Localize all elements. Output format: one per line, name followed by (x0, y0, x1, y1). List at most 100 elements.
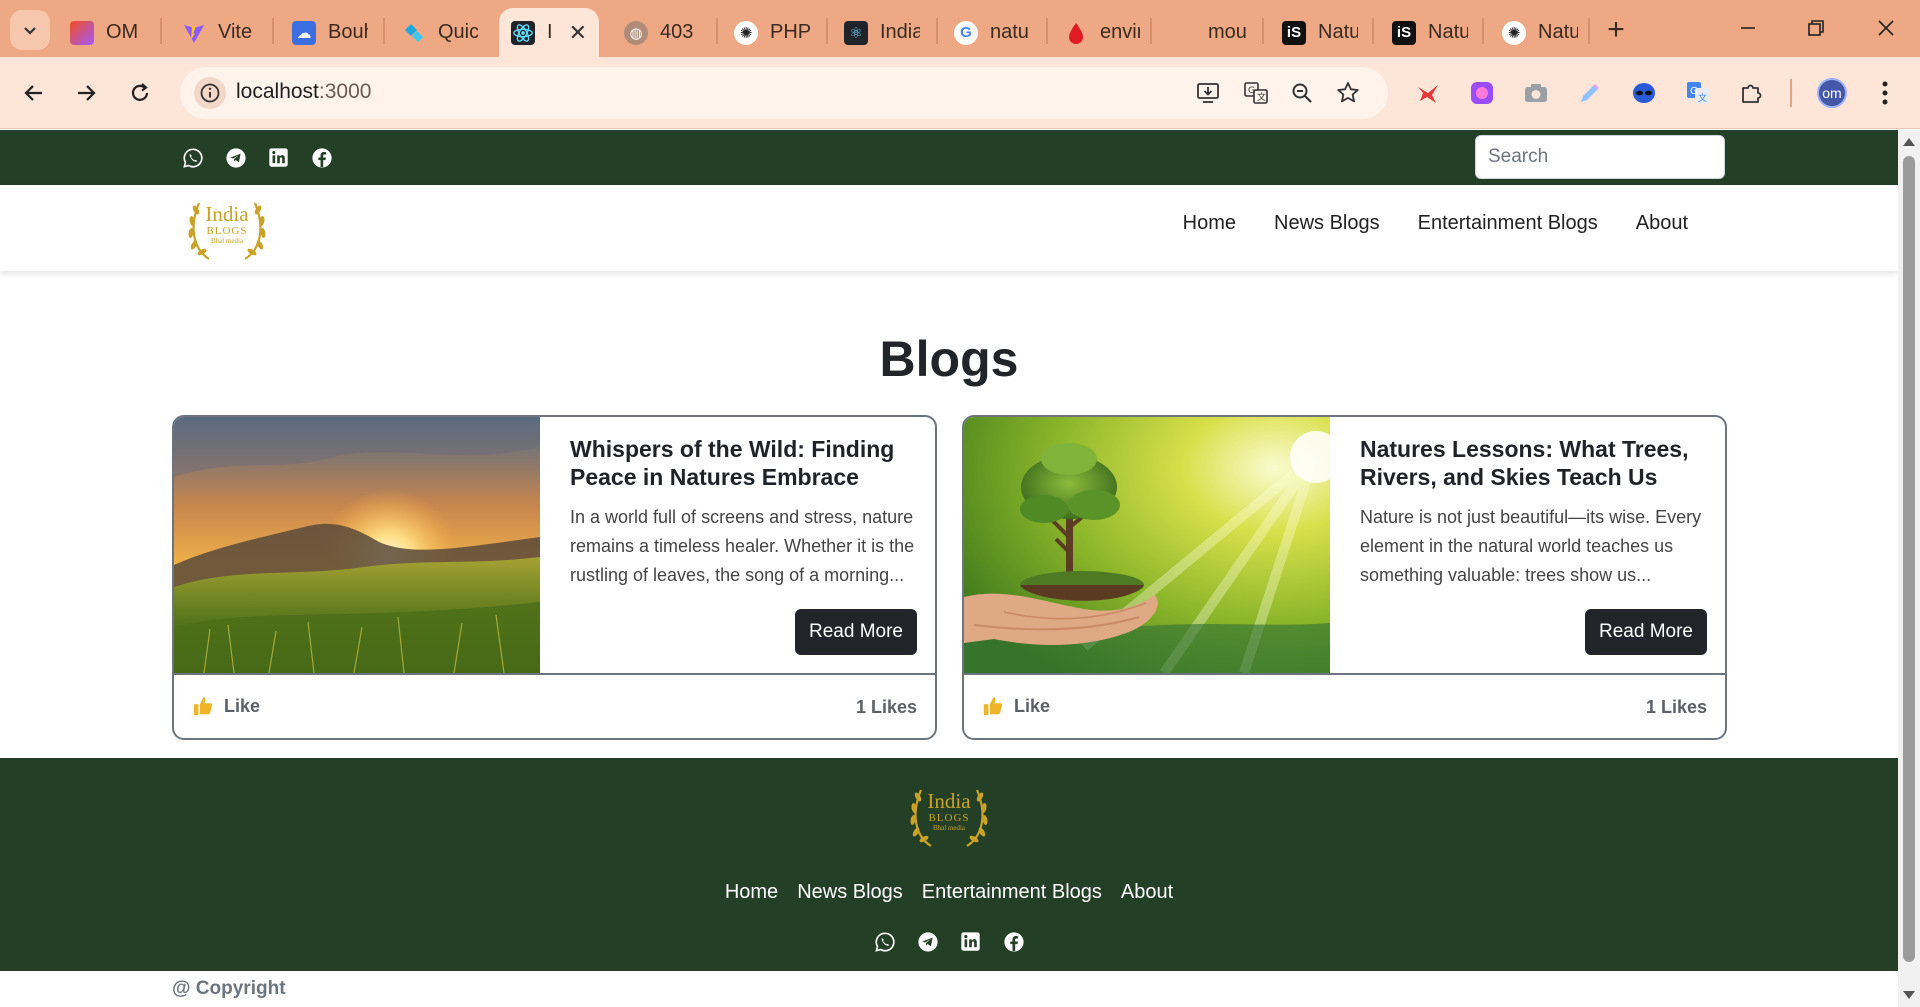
svg-text:G: G (1690, 86, 1698, 97)
svg-text:G: G (1248, 86, 1255, 96)
url-text[interactable]: localhost:3000 (236, 80, 371, 104)
tab-label: natu (990, 21, 1029, 43)
footer-link-news-blogs[interactable]: News Blogs (797, 881, 903, 904)
extension-eyedropper-icon[interactable] (1574, 77, 1606, 109)
facebook-icon[interactable] (310, 146, 333, 169)
search-input[interactable] (1475, 135, 1725, 179)
footer-link-about[interactable]: About (1121, 881, 1173, 904)
blog-card-title[interactable]: Natures Lessons: What Trees, Rivers, and… (1360, 435, 1720, 491)
profile-avatar[interactable]: om (1817, 78, 1847, 108)
new-tab-button[interactable]: + (1598, 12, 1634, 48)
telegram-icon[interactable] (916, 930, 939, 953)
footer-logo[interactable]: India BLOGS Bhal media (901, 776, 997, 856)
nav-entertainment-blogs[interactable]: Entertainment Blogs (1418, 212, 1598, 235)
tab-label: OM (106, 21, 139, 43)
nav-news-blogs[interactable]: News Blogs (1274, 212, 1380, 235)
nav-home[interactable]: Home (1183, 212, 1236, 235)
tab-label: Natu (1428, 21, 1468, 43)
browser-tab[interactable]: iS Natu (1380, 8, 1480, 57)
extension-bird-icon[interactable] (1412, 77, 1444, 109)
tab-label: Natu (1318, 21, 1358, 43)
site-logo[interactable]: India BLOGS Bhal media (179, 189, 275, 269)
like-button[interactable]: Like (982, 695, 1050, 717)
forward-button[interactable] (66, 73, 106, 113)
whatsapp-icon[interactable] (181, 146, 204, 169)
browser-tab[interactable]: envir (1052, 8, 1152, 57)
browser-tab[interactable]: ⚛ India (832, 8, 932, 57)
cloud-icon: ☁ (292, 20, 316, 45)
social-links-header (181, 146, 333, 169)
more-vert-icon (1882, 81, 1888, 105)
restore-button[interactable] (1786, 8, 1846, 48)
tab-label: I (547, 21, 553, 43)
page-scrollbar[interactable] (1898, 130, 1920, 1007)
blog-card-title[interactable]: Whispers of the Wild: Finding Peace in N… (570, 435, 930, 491)
facebook-icon[interactable] (1002, 930, 1025, 953)
telegram-icon[interactable] (224, 146, 247, 169)
profile-initials: om (1822, 85, 1842, 101)
reload-icon (131, 83, 149, 101)
top-strip (0, 130, 1898, 185)
browser-tab[interactable]: G natu (942, 8, 1042, 57)
google-icon: G (954, 20, 978, 45)
browser-tab[interactable]: Vite (170, 8, 270, 57)
extension-camera-icon[interactable] (1520, 77, 1552, 109)
footer-link-entertainment-blogs[interactable]: Entertainment Blogs (922, 881, 1102, 904)
tab-search-button[interactable] (10, 10, 50, 50)
scroll-up-arrow-icon[interactable] (1903, 138, 1915, 146)
openai-icon: ✺ (734, 20, 758, 45)
address-bar[interactable]: localhost:3000 G文 (180, 67, 1388, 119)
extension-google-translate-icon[interactable]: G文 (1682, 77, 1714, 109)
react-icon: ⚛ (844, 20, 868, 45)
browser-tab[interactable]: Quic (390, 8, 490, 57)
browser-tab[interactable]: mou (1160, 8, 1260, 57)
logo-line2: BLOGS (206, 225, 248, 237)
zoom-icon[interactable] (1286, 77, 1318, 109)
extensions-puzzle-icon[interactable] (1736, 77, 1768, 109)
read-more-button[interactable]: Read More (795, 609, 917, 655)
logo-text: India BLOGS Bhal media (901, 790, 997, 833)
minimize-button[interactable] (1718, 8, 1778, 48)
browser-tab[interactable]: ✺ Natu (1490, 8, 1590, 57)
site-info-icon[interactable] (194, 77, 226, 109)
browser-tab[interactable]: OM (58, 8, 158, 57)
openai-icon: ✺ (1502, 20, 1526, 45)
puzzle-icon (402, 21, 426, 45)
close-icon[interactable]: ✕ (569, 20, 587, 46)
like-label: Like (1014, 695, 1051, 716)
like-count: 1 Likes (1645, 697, 1707, 717)
translate-icon[interactable]: G文 (1240, 77, 1272, 109)
url-host: localhost (236, 80, 319, 103)
linkedin-icon[interactable] (267, 146, 290, 169)
like-button[interactable]: Like (192, 695, 260, 717)
blog-card-image[interactable] (964, 417, 1330, 673)
browser-tab[interactable]: ◍ 403 (612, 8, 712, 57)
scroll-thumb[interactable] (1903, 156, 1915, 962)
back-button[interactable] (14, 73, 54, 113)
logo-line3: Bhal media (932, 824, 966, 832)
browser-tab-bar: OM Vite ☁ Bouh Quic I ✕ ◍ 403 ✺ PHP ⚛ In… (0, 0, 1920, 57)
arrow-right-icon (78, 85, 96, 101)
drop-icon (1064, 21, 1088, 45)
scroll-down-arrow-icon[interactable] (1903, 991, 1915, 999)
reload-button[interactable] (120, 73, 160, 113)
linkedin-icon[interactable] (959, 930, 982, 953)
browser-menu-button[interactable] (1870, 77, 1900, 109)
browser-tab-active[interactable]: I ✕ (499, 8, 599, 57)
extension-chat-icon[interactable] (1466, 77, 1498, 109)
extension-alien-icon[interactable] (1628, 77, 1660, 109)
blog-card: Natures Lessons: What Trees, Rivers, and… (962, 415, 1727, 740)
bookmark-star-icon[interactable] (1332, 77, 1364, 109)
whatsapp-icon[interactable] (873, 930, 896, 953)
nav-about[interactable]: About (1636, 212, 1688, 235)
install-app-icon[interactable] (1192, 77, 1224, 109)
close-window-button[interactable] (1856, 8, 1916, 48)
footer-link-home[interactable]: Home (725, 881, 778, 904)
browser-tab[interactable]: iS Natu (1270, 8, 1370, 57)
read-more-button[interactable]: Read More (1585, 609, 1707, 655)
logo-line1: India (205, 202, 249, 226)
browser-toolbar: localhost:3000 G文 G文 om (0, 57, 1920, 129)
browser-tab[interactable]: ☁ Bouh (280, 8, 380, 57)
browser-tab[interactable]: ✺ PHP (722, 8, 822, 57)
blog-card-image[interactable] (174, 417, 540, 673)
